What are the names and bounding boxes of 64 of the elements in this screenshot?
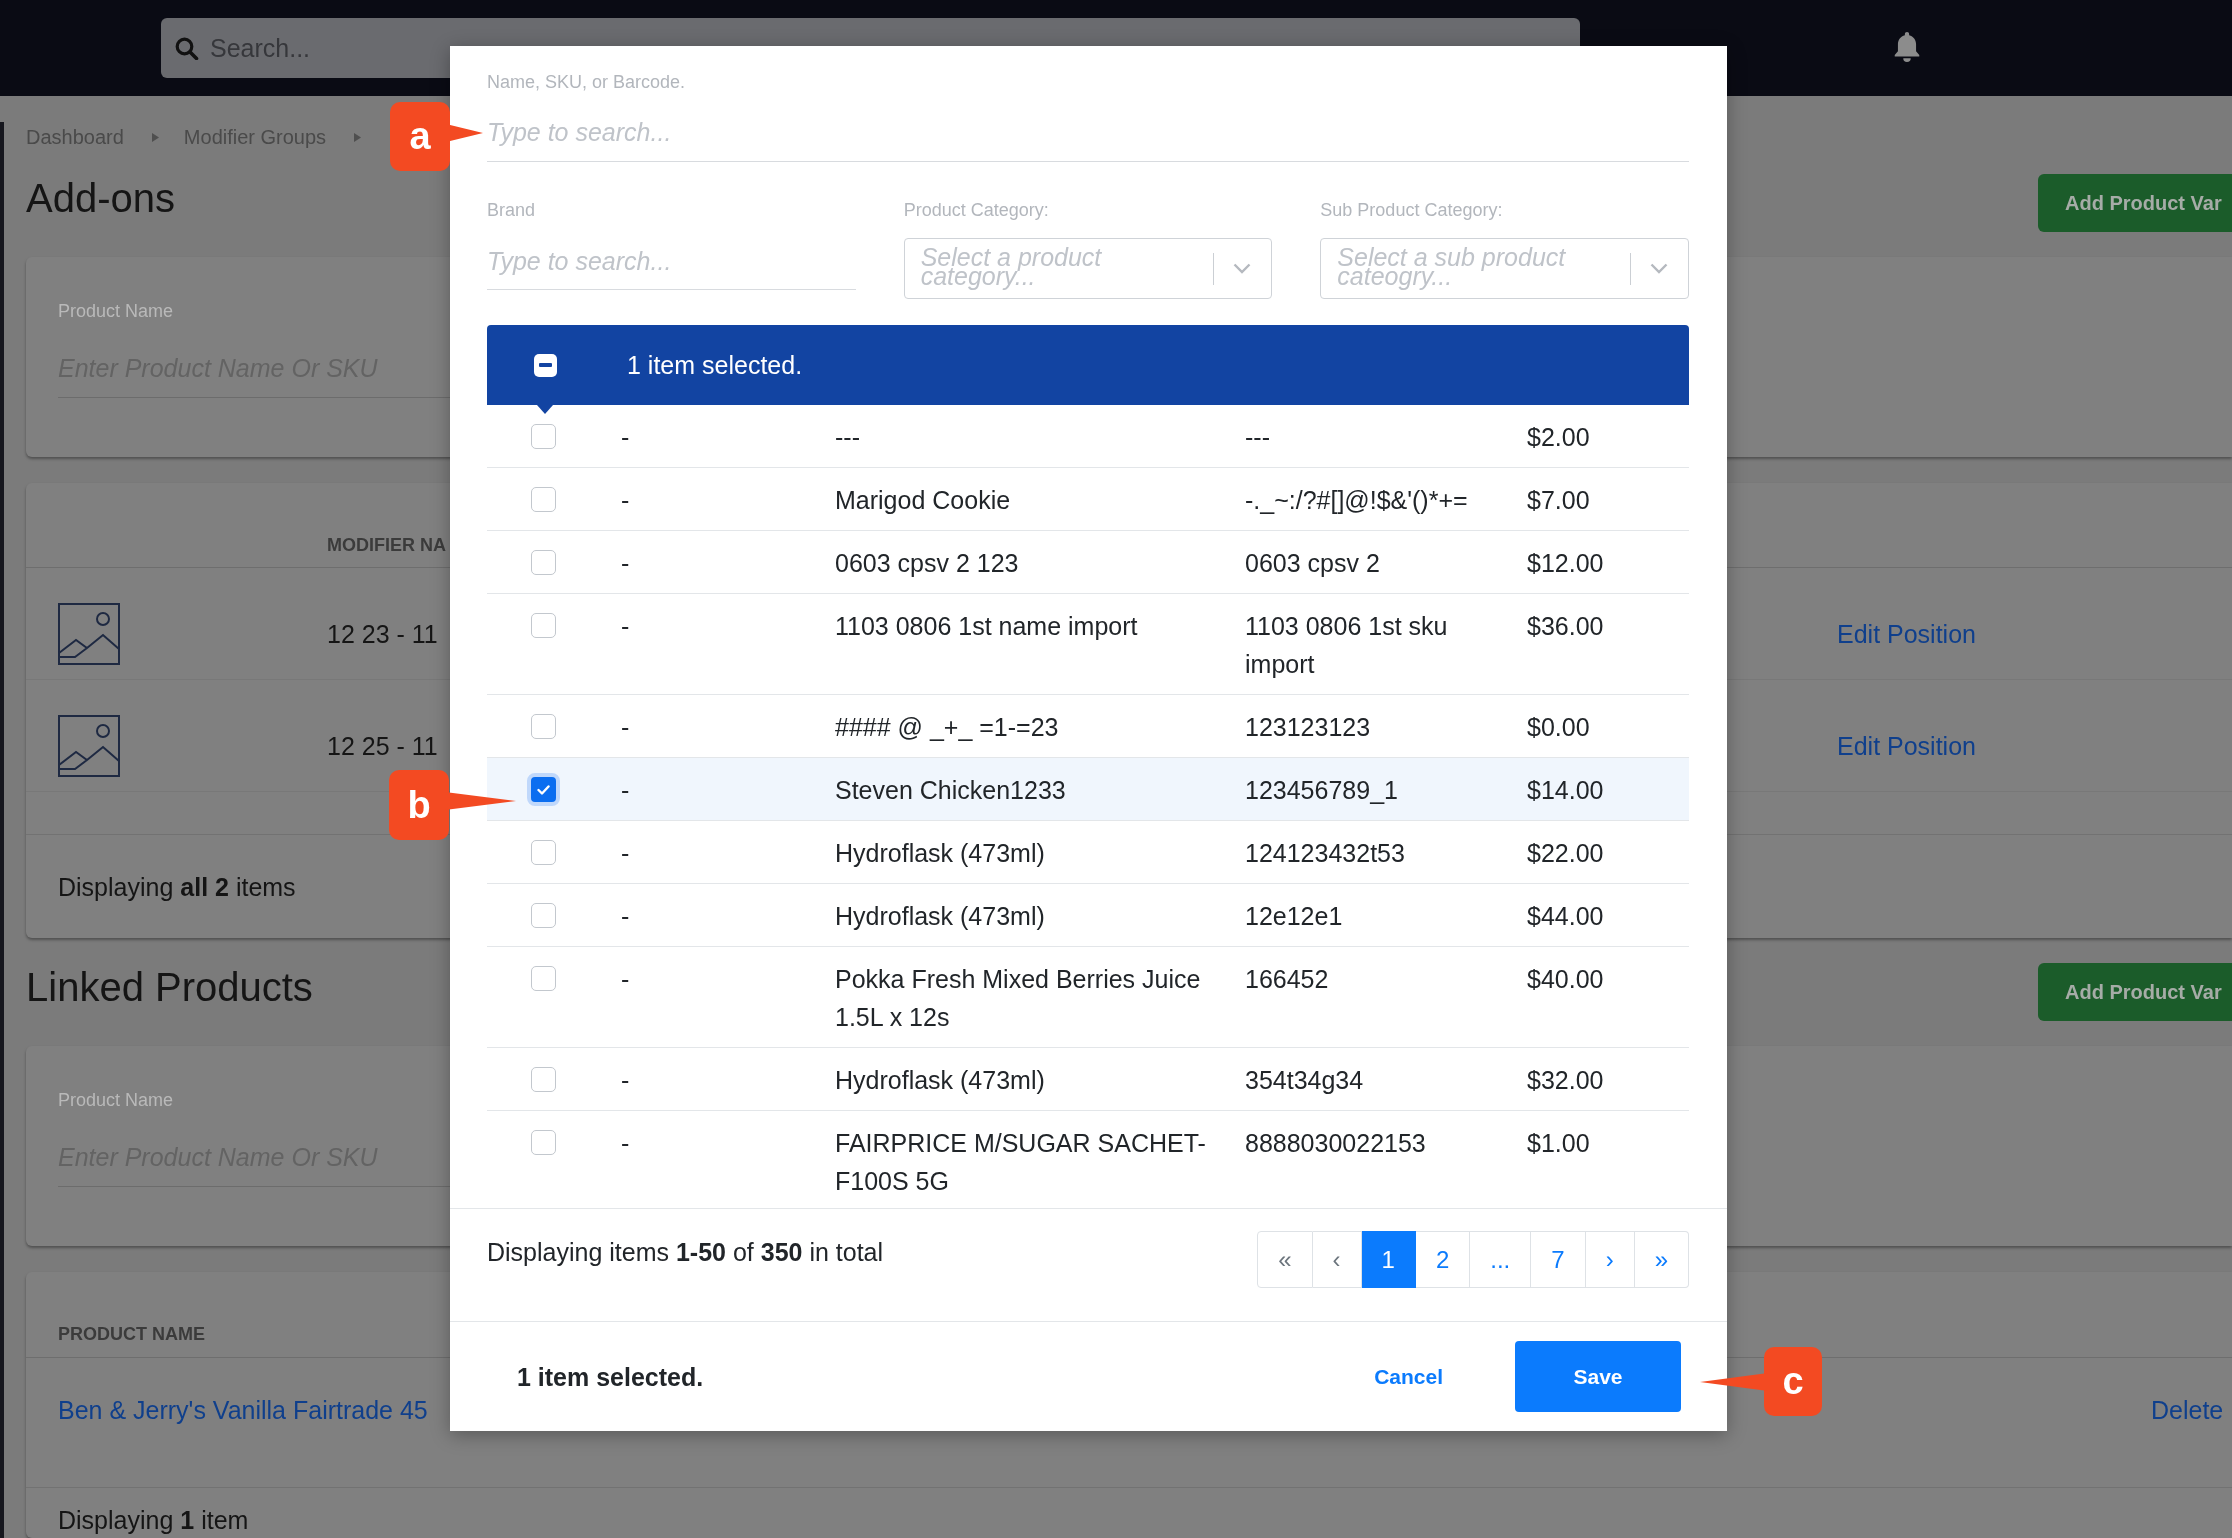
table-cell-text: - [621, 838, 631, 869]
table-cell-text: $7.00 [1527, 485, 1591, 516]
table-cell: 12 25 - 11 [327, 730, 438, 761]
table-cell-text: -._~:/?#[]@!$&'()*+= [1245, 485, 1469, 516]
table-cell: 12 23 - 11 [327, 618, 438, 649]
table-cell-text: #### @ _+_ =1-=23 [835, 712, 1060, 743]
table-cell-text: Hydroflask (473ml) [835, 1065, 1046, 1096]
field-label: Product Name [58, 1089, 174, 1111]
table-cell-text: $1.00 [1527, 1128, 1591, 1159]
table-cell-text: 124123432t53 [1245, 838, 1406, 869]
column-header: PRODUCT NAME [58, 1324, 205, 1344]
table-cell-text: $32.00 [1527, 1065, 1605, 1096]
field-label: Product Category: [903, 199, 1050, 221]
callout-label: c [1700, 1347, 1822, 1416]
table-cell-text: - [621, 548, 631, 579]
table-cell-text: $0.00 [1527, 712, 1591, 743]
column-header: MODIFIER NA [327, 535, 446, 555]
table-cell-text: Hydroflask (473ml) [835, 901, 1046, 932]
table-cell-text: 8888030022153 [1245, 1128, 1427, 1159]
table-cell-text: 12e12e1 [1245, 901, 1344, 932]
field-label: Name, SKU, or Barcode. [487, 71, 687, 93]
table-cell-text: --- [1245, 422, 1271, 453]
table-cell-text: - [621, 1065, 631, 1096]
table-cell-text: 1103 0806 1st sku import [1245, 611, 1449, 680]
table-cell-text: Steven Chicken1233 [835, 775, 1067, 806]
callout-label: a [390, 102, 483, 171]
table-cell-text: 123456789_1 [1245, 775, 1399, 806]
table-cell-text: $14.00 [1527, 775, 1605, 806]
item-count-text: Displaying all 2 items [58, 872, 296, 902]
table-cell-text: $22.00 [1527, 838, 1605, 869]
table-cell-text: - [621, 964, 631, 995]
table-cell-text: - [621, 611, 631, 642]
table-cell-text: 166452 [1245, 964, 1330, 995]
table-cell-text: Marigod Cookie [835, 485, 1012, 516]
selection-status-text: 1 item selected. [517, 1361, 704, 1392]
field-label: Brand [487, 199, 537, 221]
table-cell-text: 1103 0806 1st name import [835, 611, 1139, 642]
table-cell-text: - [621, 712, 631, 743]
table-cell-text: Hydroflask (473ml) [835, 838, 1046, 869]
table-cell-text: - [621, 422, 631, 453]
selection-count-text: 1 item selected. [627, 350, 803, 380]
table-cell-text: - [621, 901, 631, 932]
table-cell-text: - [621, 485, 631, 516]
callout-label: b [389, 770, 516, 840]
table-cell-text: $40.00 [1527, 964, 1605, 995]
table-cell-text: 0603 cpsv 2 123 [835, 548, 1020, 579]
table-cell-text: $44.00 [1527, 901, 1605, 932]
field-label: Sub Product Category: [1320, 199, 1504, 221]
table-cell-text: $36.00 [1527, 611, 1605, 642]
table-cell-text: $12.00 [1527, 548, 1605, 579]
table-cell-text: $2.00 [1527, 422, 1591, 453]
table-cell-text: - [621, 775, 631, 806]
table-cell-text: - [621, 1128, 631, 1159]
table-cell-text: 0603 cpsv 2 [1245, 548, 1381, 579]
table-cell-text: 123123123 [1245, 712, 1372, 743]
table-cell-text: FAIRPRICE M/SUGAR SACHET-F100S 5G [835, 1128, 1207, 1197]
table-cell-text: 354t34g34 [1245, 1065, 1365, 1096]
pagination-summary: Displaying items 1-50 of 350 in total [487, 1237, 884, 1267]
table-cell-text: Pokka Fresh Mixed Berries Juice 1.5L x 12s [835, 964, 1202, 1033]
table-cell-text: --- [835, 422, 861, 453]
section-heading: Linked Products [26, 964, 313, 1011]
field-label: Product Name [58, 300, 174, 322]
section-heading: Add-ons [26, 175, 175, 222]
item-count-text: Displaying 1 item [58, 1505, 249, 1535]
